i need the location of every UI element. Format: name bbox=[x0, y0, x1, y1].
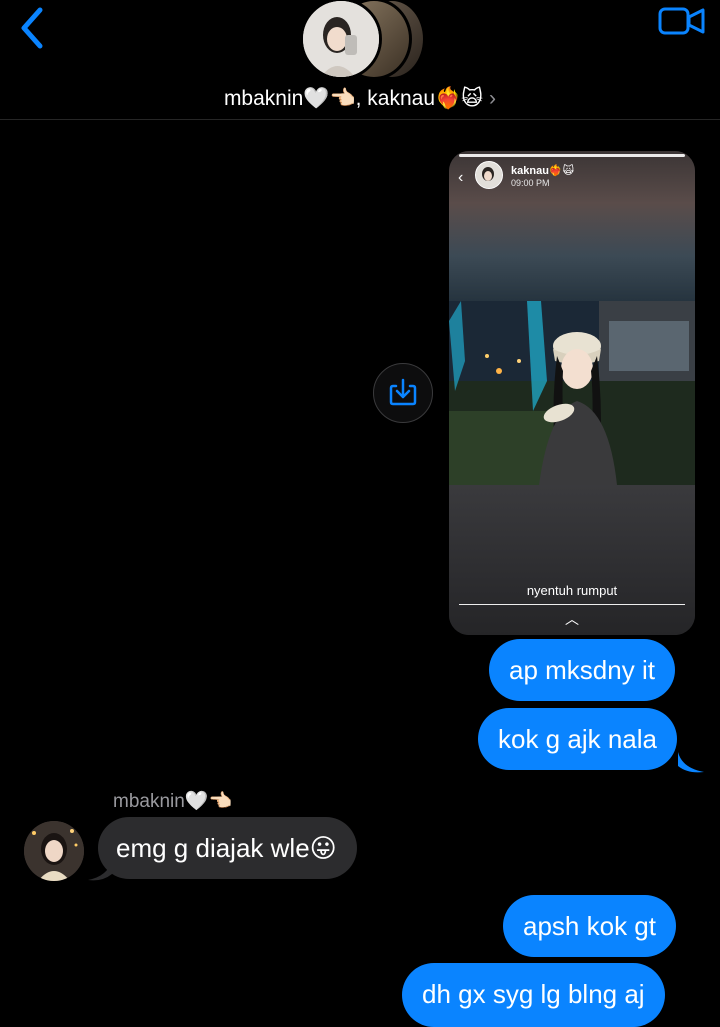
message-bubble-sent[interactable]: apsh kok gt bbox=[503, 895, 676, 957]
story-back-icon: ‹ bbox=[458, 169, 464, 186]
video-call-icon[interactable] bbox=[658, 6, 706, 36]
message-bubble-sent[interactable]: kok g ajk nala bbox=[478, 708, 677, 770]
group-name-label: mbaknin🤍👈🏻, kaknau❤️‍🔥🙀 bbox=[223, 87, 484, 110]
message-text: ap mksdny it bbox=[509, 655, 655, 685]
group-avatar-front bbox=[300, 0, 382, 80]
story-author-name: kaknau❤️‍🔥🙀 bbox=[511, 165, 575, 177]
message-bubble-received[interactable]: emg g diajak wle😛 bbox=[98, 817, 357, 879]
message-bubble-sent[interactable]: ap mksdny it bbox=[489, 639, 675, 701]
message-bubble-sent[interactable]: dh gx syg lg blng aj bbox=[402, 963, 665, 1027]
message-text: emg g diajak wle😛 bbox=[116, 833, 337, 863]
message-text: dh gx syg lg blng aj bbox=[422, 979, 645, 1009]
story-photo bbox=[449, 301, 695, 485]
chevron-up-icon[interactable]: ︿ bbox=[449, 609, 695, 629]
group-name[interactable]: mbaknin🤍👈🏻, kaknau❤️‍🔥🙀 › bbox=[0, 86, 720, 111]
bubble-tail-received bbox=[88, 860, 112, 881]
sender-avatar[interactable] bbox=[24, 821, 84, 881]
group-avatars[interactable] bbox=[300, 0, 426, 80]
download-icon bbox=[389, 378, 417, 406]
story-divider bbox=[459, 604, 685, 605]
story-progress-bar bbox=[459, 154, 685, 157]
story-caption: nyentuh rumput bbox=[526, 583, 618, 598]
story-author-avatar bbox=[475, 161, 503, 189]
chevron-right-icon: › bbox=[489, 87, 497, 110]
story-time: 09:00 PM bbox=[511, 178, 550, 188]
save-media-button[interactable] bbox=[373, 363, 433, 423]
sender-name: mbaknin🤍👈🏻 bbox=[113, 791, 233, 812]
chat-header: mbaknin🤍👈🏻, kaknau❤️‍🔥🙀 › bbox=[0, 0, 720, 120]
bubble-tail-sent bbox=[678, 752, 704, 773]
message-text: apsh kok gt bbox=[523, 911, 656, 941]
message-text: kok g ajk nala bbox=[498, 724, 657, 754]
shared-story-card[interactable]: ‹ kaknau❤️‍🔥🙀 09:00 PM nyentuh rumput bbox=[449, 151, 695, 635]
avatar-photo bbox=[303, 1, 379, 77]
back-chevron-icon[interactable] bbox=[12, 4, 52, 52]
